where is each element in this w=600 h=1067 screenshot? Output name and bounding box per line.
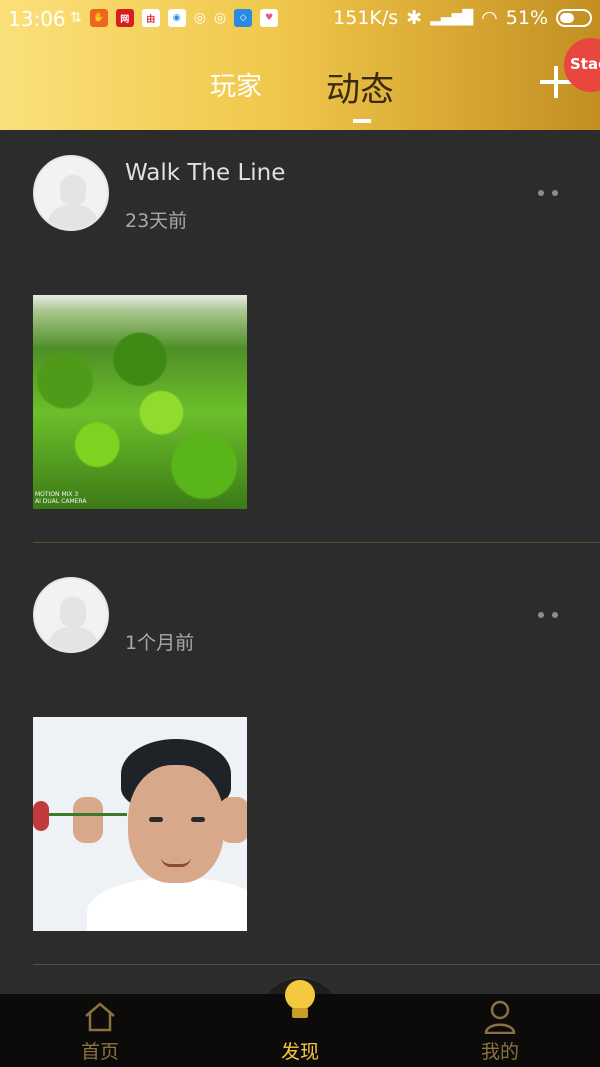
app-notification-icon: ♥ xyxy=(260,9,279,27)
post-time: 1个月前 xyxy=(125,632,195,654)
lightbulb-icon xyxy=(285,980,315,1010)
weibo-icon: ◎ xyxy=(213,10,227,26)
nav-discover[interactable]: 发现 xyxy=(260,980,340,1067)
app-notification-icon: 由 xyxy=(141,9,160,27)
nav-home-label: 首页 xyxy=(80,1041,119,1063)
nav-discover-label: 发现 xyxy=(280,1041,319,1063)
battery-percent: 51% xyxy=(505,7,548,29)
nav-mine-label: 我的 xyxy=(480,1041,519,1063)
notification-icons: ⇅ ✋ 网 由 ◉ ◎ ◎ ◇ ♥ xyxy=(70,9,279,27)
app-notification-icon: 网 xyxy=(115,9,134,27)
photo-watermark: MOTION MIX 3 AI DUAL CAMERA xyxy=(35,491,87,505)
status-right: 151K/s ✱ ▂▄▆█ ◠ 51% xyxy=(333,7,592,29)
home-icon xyxy=(85,1002,115,1032)
tab-indicator xyxy=(353,119,371,123)
nav-home[interactable]: 首页 xyxy=(60,994,140,1067)
wifi-icon: ◠ xyxy=(481,7,498,29)
app-notification-icon: ✋ xyxy=(89,9,108,27)
post-time: 23天前 xyxy=(125,210,188,232)
more-options-icon[interactable] xyxy=(538,612,558,618)
avatar[interactable] xyxy=(33,155,109,231)
post-username[interactable]: Walk The Line xyxy=(125,160,285,186)
default-avatar-icon xyxy=(60,175,86,205)
data-transfer-icon: ⇅ xyxy=(70,10,82,26)
network-speed: 151K/s xyxy=(333,7,399,29)
more-options-icon[interactable] xyxy=(538,190,558,196)
post-divider xyxy=(33,964,600,965)
top-header: 13:06 ⇅ ✋ 网 由 ◉ ◎ ◎ ◇ ♥ 151K/s ✱ ▂▄▆█ ◠ … xyxy=(0,0,600,130)
status-time: 13:06 xyxy=(8,7,66,31)
map-app-icon: ◉ xyxy=(167,9,186,27)
bottom-navigation: 首页 发现 我的 xyxy=(0,980,600,1067)
post-divider xyxy=(33,542,600,543)
forest-photo[interactable]: MOTION MIX 3 AI DUAL CAMERA xyxy=(33,295,247,509)
tab-players[interactable]: 玩家 xyxy=(210,66,262,103)
nav-mine[interactable]: 我的 xyxy=(460,994,540,1067)
person-icon xyxy=(484,1000,516,1034)
tab-feed[interactable]: 动态 xyxy=(326,62,394,111)
app-notification-icon: ◇ xyxy=(234,9,253,27)
status-bar: 13:06 ⇅ ✋ 网 由 ◉ ◎ ◎ ◇ ♥ 151K/s ✱ ▂▄▆█ ◠ … xyxy=(0,0,600,38)
bluetooth-icon: ✱ xyxy=(406,7,423,29)
avatar[interactable] xyxy=(33,577,109,653)
signal-icon: ▂▄▆█ xyxy=(430,10,474,26)
portrait-photo[interactable] xyxy=(33,717,247,931)
default-avatar-icon xyxy=(60,597,86,627)
battery-icon xyxy=(556,9,592,27)
weibo-icon: ◎ xyxy=(193,10,206,26)
